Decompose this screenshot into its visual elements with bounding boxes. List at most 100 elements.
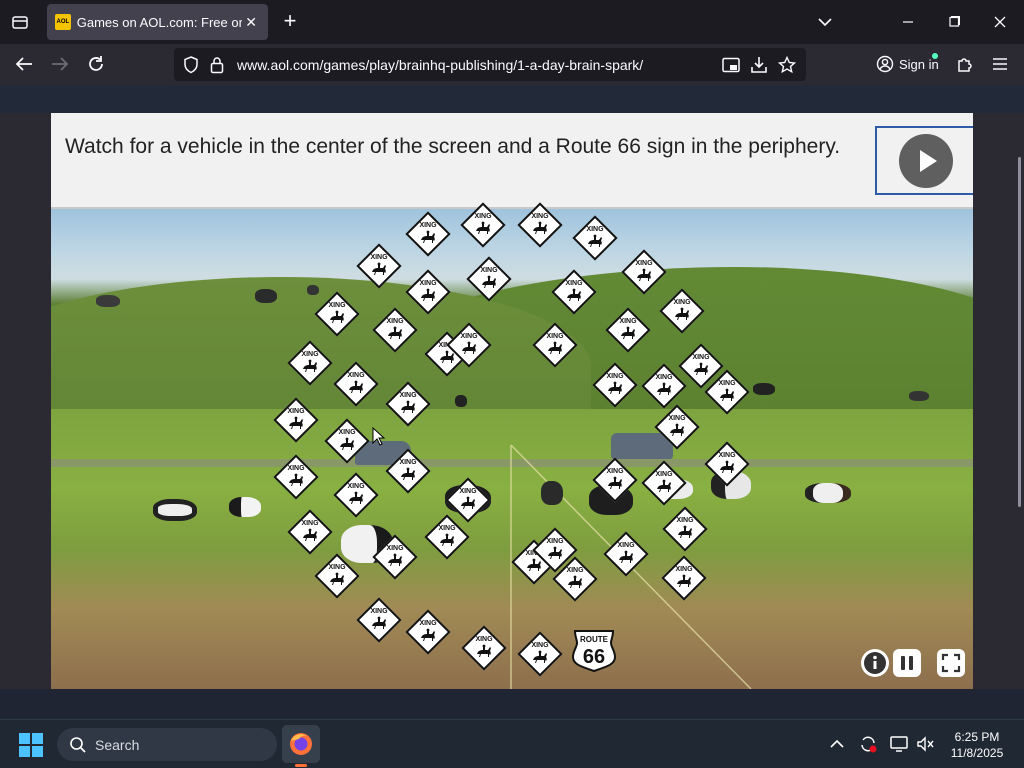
xing-label: XING [287, 465, 305, 472]
info-button[interactable] [861, 649, 889, 677]
xing-label: XING [668, 415, 686, 422]
active-app-indicator [295, 764, 307, 767]
aol-favicon-icon: AOL [55, 14, 71, 30]
network-icon[interactable] [890, 734, 910, 754]
maximize-button[interactable] [934, 6, 974, 38]
play-icon[interactable] [899, 134, 953, 188]
page-header-strip [0, 85, 1024, 113]
tab-list-icon[interactable] [6, 8, 34, 36]
windows-start-icon[interactable] [19, 733, 43, 757]
xing-label: XING [338, 429, 356, 436]
horse-rider-icon [289, 473, 303, 486]
xing-sign: XING [445, 477, 491, 523]
horse-rider-icon [462, 341, 476, 354]
horse-rider-icon [372, 262, 386, 275]
xing-label: XING [635, 260, 653, 267]
forward-arrow-icon[interactable] [45, 50, 75, 78]
show-hidden-icons-chevron-icon[interactable] [827, 734, 847, 754]
volume-muted-icon[interactable] [916, 734, 936, 754]
horse-rider-icon [720, 388, 734, 401]
minimize-button[interactable] [888, 6, 928, 38]
clock-time: 6:25 PM [954, 730, 1000, 744]
xing-sign: XING [273, 454, 319, 500]
cow [541, 481, 563, 505]
url-bar[interactable]: www.aol.com/games/play/brainhq-publishin… [174, 48, 806, 81]
cow [153, 499, 197, 521]
xing-label: XING [619, 318, 637, 325]
firefox-taskbar-icon[interactable] [282, 725, 320, 763]
cow [96, 295, 120, 307]
xing-label: XING [301, 520, 319, 527]
xing-sign: XING [661, 555, 707, 601]
route-66-top-text: ROUTE [580, 635, 609, 644]
horse-rider-icon [637, 268, 651, 281]
xing-label: XING [370, 254, 388, 261]
xing-label: XING [438, 525, 456, 532]
horse-rider-icon [619, 550, 633, 563]
horse-rider-icon [330, 572, 344, 585]
sign-in-button[interactable]: Sign in [870, 49, 942, 79]
close-window-button[interactable] [980, 6, 1020, 38]
lock-icon[interactable] [208, 56, 226, 74]
sign-in-label: Sign in [899, 56, 939, 72]
xing-sign: XING [273, 397, 319, 443]
xing-sign: XING [641, 460, 687, 506]
xing-label: XING [655, 374, 673, 381]
xing-label: XING [546, 333, 564, 340]
xing-label: XING [474, 213, 492, 220]
page-footer-strip [0, 689, 1024, 719]
xing-label: XING [370, 608, 388, 615]
tab-aol-games[interactable]: AOL Games on AOL.com: Free online games … [47, 4, 268, 40]
tracking-shield-icon[interactable] [182, 56, 200, 74]
horse-rider-icon [720, 460, 734, 473]
horse-rider-icon [289, 416, 303, 429]
back-arrow-icon[interactable] [9, 50, 39, 78]
xing-label: XING [347, 372, 365, 379]
system-clock[interactable]: 6:25 PM 11/8/2025 [944, 729, 1010, 761]
horse-rider-icon [621, 326, 635, 339]
tab-strip: AOL Games on AOL.com: Free online games … [0, 0, 1024, 44]
list-all-tabs-chevron-icon[interactable] [812, 10, 838, 34]
save-to-pocket-icon[interactable] [750, 56, 768, 74]
xing-sign: XING [603, 531, 649, 577]
search-icon [70, 736, 86, 753]
xing-label: XING [606, 373, 624, 380]
xing-sign: XING [333, 361, 379, 407]
route-66-sign[interactable]: ROUTE 66 [571, 627, 617, 673]
xing-sign: XING [641, 363, 687, 409]
bookmark-star-icon[interactable] [778, 56, 796, 74]
cow [455, 395, 467, 407]
tab-close-icon[interactable]: ✕ [242, 14, 260, 31]
hamburger-menu-icon[interactable] [985, 50, 1015, 78]
xing-label: XING [460, 333, 478, 340]
xing-sign: XING [592, 457, 638, 503]
xing-sign: XING [572, 215, 618, 261]
extensions-puzzle-icon[interactable] [950, 50, 980, 78]
reload-icon[interactable] [81, 50, 111, 78]
xing-label: XING [692, 354, 710, 361]
xing-sign: XING [605, 307, 651, 353]
picture-in-picture-icon[interactable] [722, 56, 740, 74]
scrollbar-thumb[interactable] [1018, 157, 1021, 507]
xing-sign: XING [517, 202, 563, 248]
cow [909, 391, 929, 401]
url-text[interactable]: www.aol.com/games/play/brainhq-publishin… [237, 57, 643, 73]
horse-rider-icon [657, 382, 671, 395]
brain-spark-game[interactable]: Watch for a vehicle in the center of the… [51, 113, 973, 689]
fullscreen-button[interactable] [937, 649, 965, 677]
play-button-frame[interactable] [875, 126, 973, 195]
game-scene[interactable]: XING XING XING XING XING XING XING XING XING XING… [51, 202, 973, 689]
new-tab-button[interactable]: + [278, 9, 302, 35]
xing-label: XING [673, 299, 691, 306]
xing-label: XING [617, 542, 635, 549]
xing-label: XING [287, 408, 305, 415]
xing-sign: XING [405, 609, 451, 655]
xing-sign: XING [314, 291, 360, 337]
pause-button[interactable] [893, 649, 921, 677]
xing-sign: XING [551, 269, 597, 315]
cow [805, 483, 851, 503]
xing-label: XING [565, 280, 583, 287]
taskbar-search-box[interactable]: Search [57, 728, 277, 761]
horse-rider-icon [303, 528, 317, 541]
sync-status-icon[interactable] [858, 734, 878, 754]
